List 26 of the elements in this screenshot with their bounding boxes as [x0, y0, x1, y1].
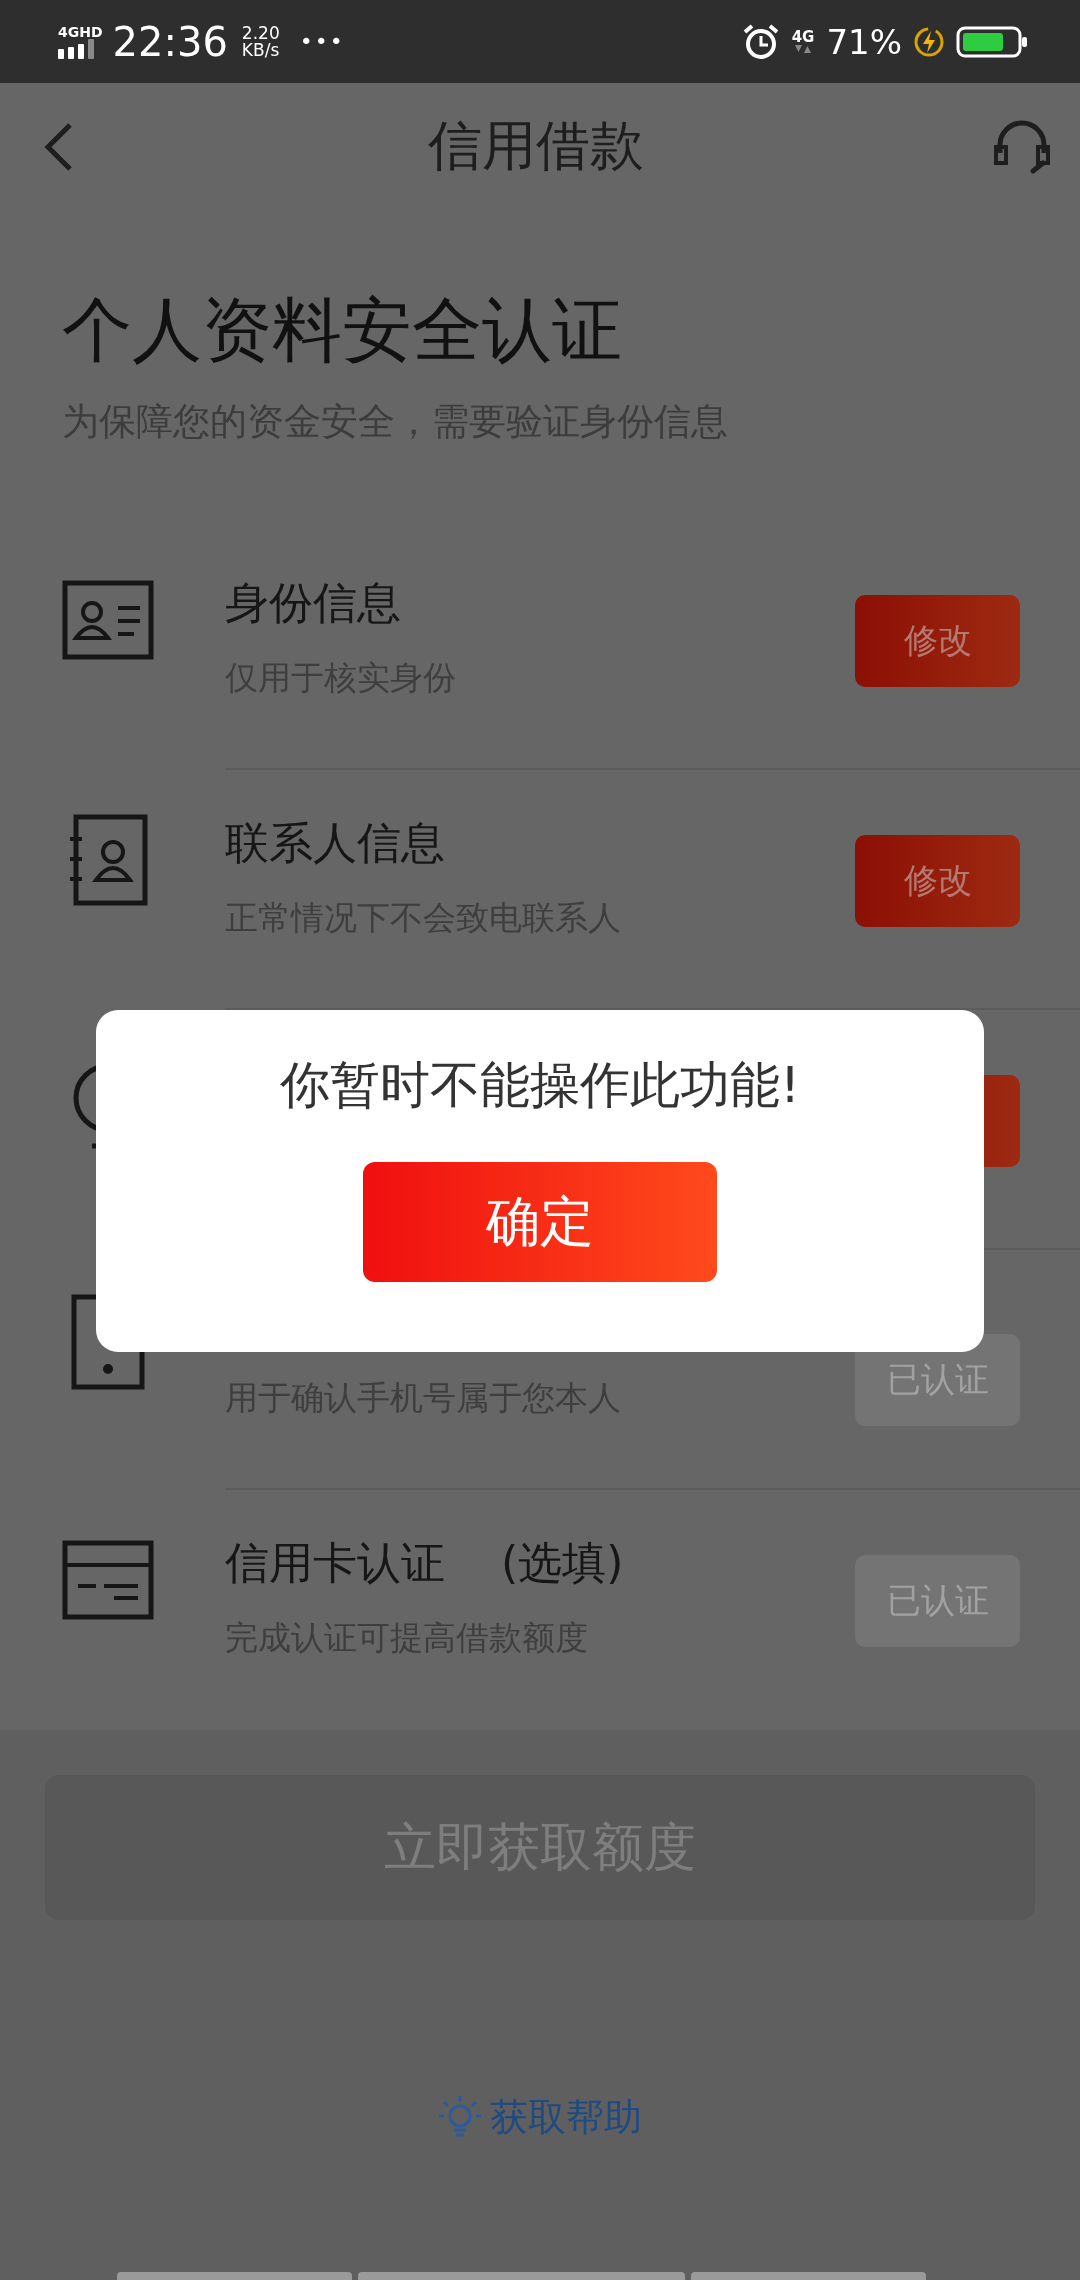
battery-icon [956, 25, 1028, 58]
section-heading: 个人资料安全认证 [62, 288, 623, 373]
headset-icon[interactable] [992, 118, 1052, 175]
network-type: 4GHD [58, 24, 103, 39]
speed-value: 2.20 [241, 24, 280, 42]
contact-card-icon [67, 814, 148, 906]
item-title: 信用卡认证 [225, 1536, 445, 1590]
more-dots: ••• [299, 29, 345, 54]
cell-network: 4G [791, 29, 815, 44]
alarm-clock-icon [741, 22, 780, 61]
id-card-icon [61, 580, 154, 660]
speed-unit: KB/s [241, 41, 280, 59]
confirm-button[interactable]: 确定 [363, 1162, 717, 1282]
charging-icon [914, 26, 944, 57]
dialog-message: 你暂时不能操作此功能! [279, 1055, 800, 1116]
edit-button[interactable]: 修改 [855, 835, 1020, 927]
battery-percent: 71% [826, 21, 902, 62]
optional-tag: (选填) [501, 1532, 624, 1594]
help-link[interactable]: 获取帮助 [490, 2092, 642, 2143]
edit-button[interactable]: 修改 [855, 595, 1020, 687]
data-arrows-icon [793, 43, 814, 54]
credit-card-icon [61, 1540, 154, 1620]
item-title: 联系人信息 [225, 816, 445, 870]
clock-time: 22:36 [112, 18, 228, 65]
item-title: 身份信息 [225, 576, 401, 630]
page-title: 信用借款 [428, 113, 644, 179]
